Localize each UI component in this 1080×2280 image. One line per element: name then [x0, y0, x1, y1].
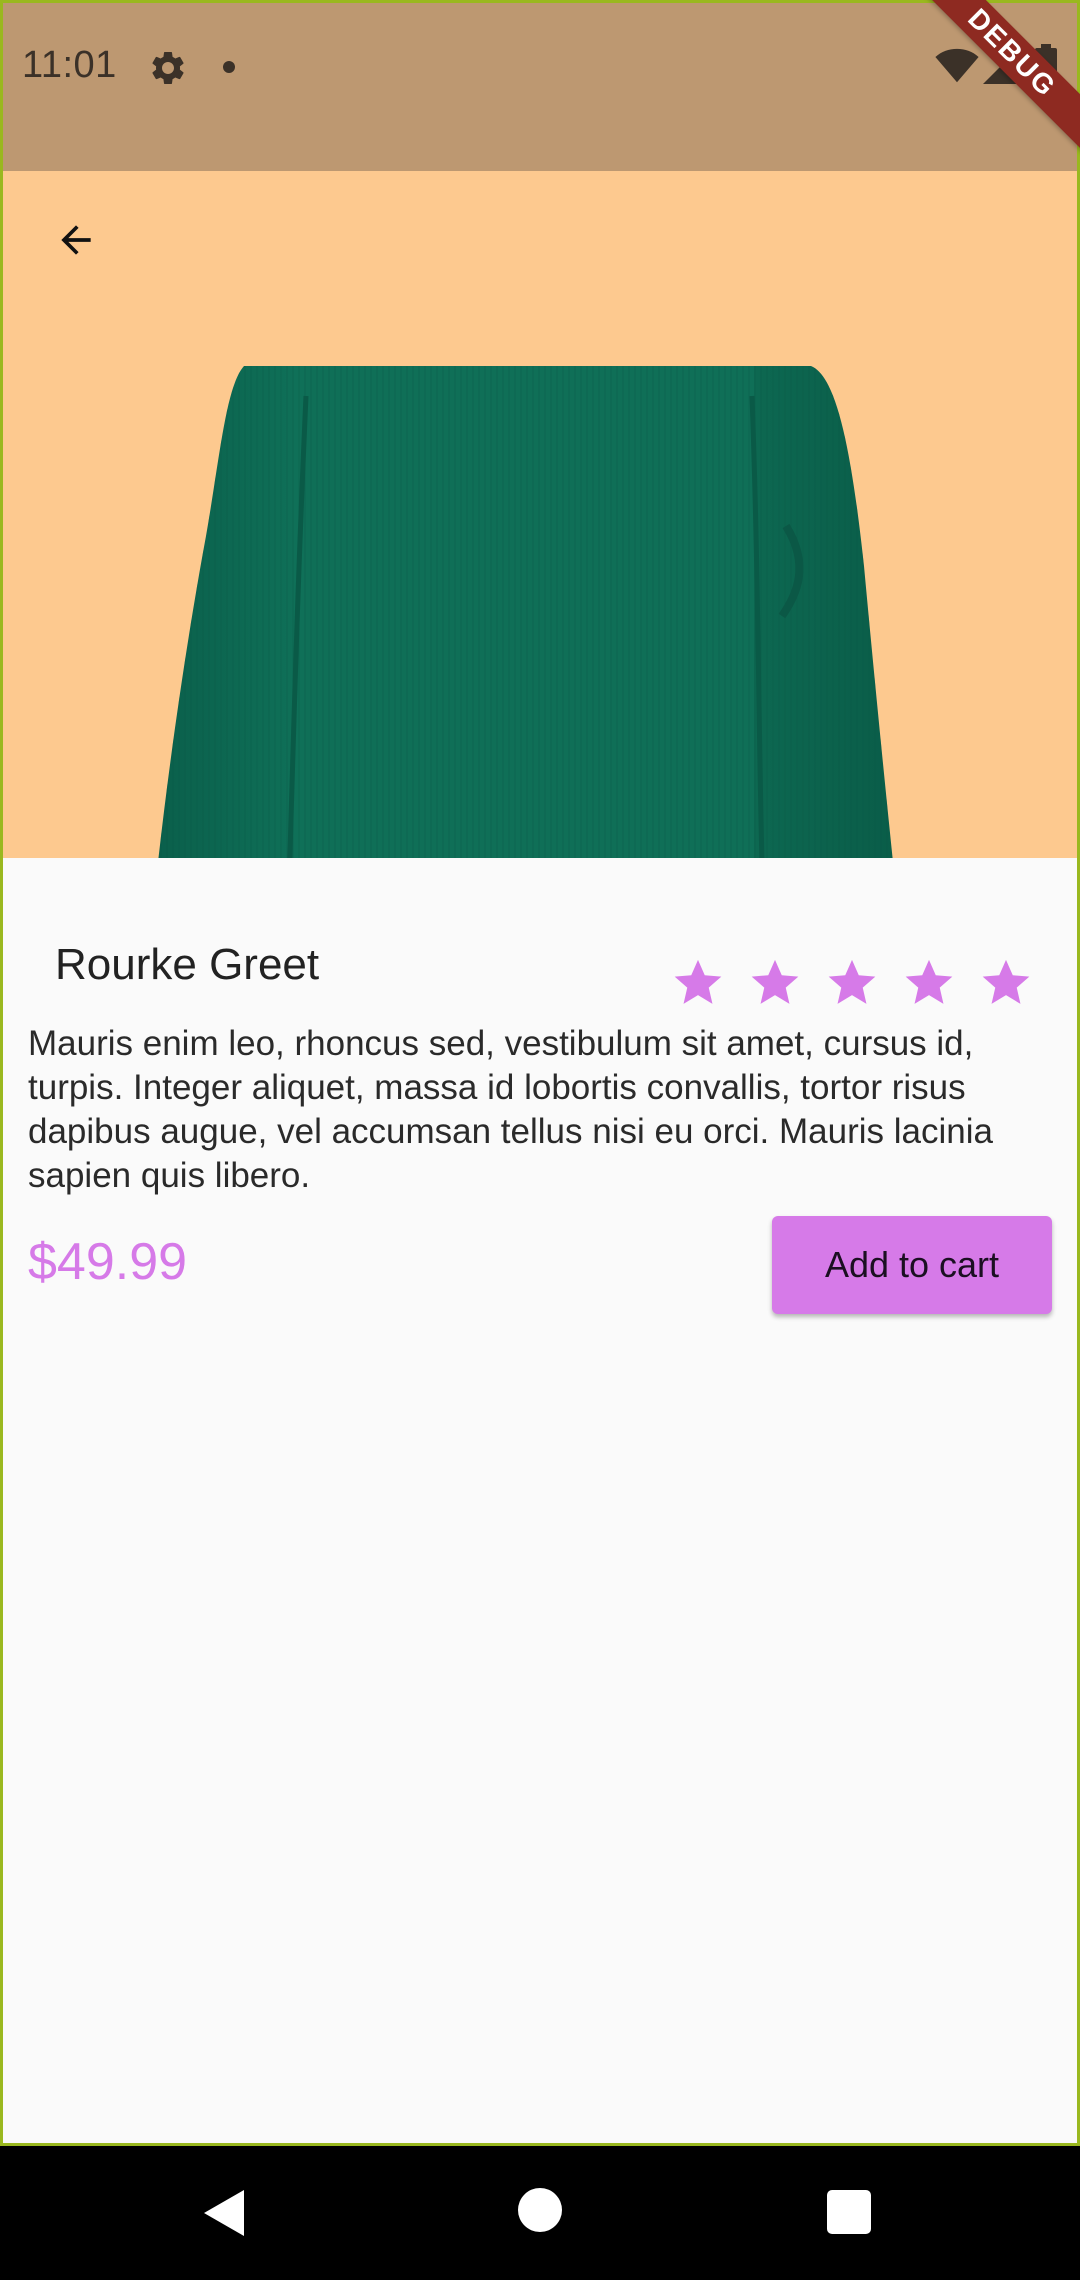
star-icon [674, 959, 722, 1004]
wifi-icon [935, 48, 979, 83]
system-nav-bar [0, 2146, 1080, 2280]
nav-recents-icon[interactable] [827, 2190, 871, 2234]
star-icon [751, 959, 799, 1004]
nav-back-icon[interactable] [200, 2188, 248, 2238]
status-time: 11:01 [22, 44, 117, 86]
arrow-back-icon [61, 225, 91, 255]
sweater-image [158, 366, 893, 858]
status-bar: 11:01 [0, 0, 1080, 171]
star-icon [905, 959, 953, 1004]
gear-icon [152, 51, 184, 84]
title-row: Rourke Greet [0, 930, 1080, 1020]
notification-dot-icon [223, 61, 235, 73]
product-price: $49.99 [28, 1233, 188, 1291]
star-icon [982, 959, 1030, 1004]
add-to-cart-button[interactable]: Add to cart [772, 1216, 1052, 1314]
product-detail-screen: 11:01 DEBUG Rourke Greet Mauris enim leo… [0, 0, 1080, 2280]
nav-home-icon[interactable] [518, 2188, 562, 2232]
back-button[interactable] [36, 200, 116, 280]
product-title: Rourke Greet [55, 940, 320, 989]
star-icon [828, 959, 876, 1004]
product-description: Mauris enim leo, rhoncus sed, vestibulum… [28, 1024, 993, 1195]
star-rating [670, 954, 1034, 1010]
product-image-area [0, 171, 1080, 858]
